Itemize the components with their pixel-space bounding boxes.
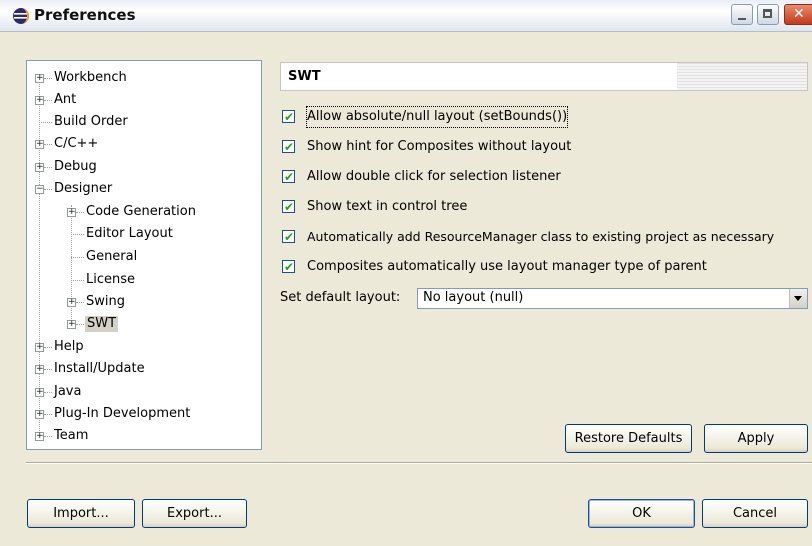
tree-item-label: Plug-In Development: [54, 406, 191, 421]
option-label: Show text in control tree: [307, 199, 468, 214]
title-bar[interactable]: Preferences: [0, 0, 812, 32]
tree-item-label: C/C++: [54, 136, 99, 151]
expand-icon[interactable]: +: [35, 343, 44, 352]
option-label: Automatically add ResourceManager class …: [307, 229, 775, 244]
tree-connector: [44, 347, 52, 348]
tree-connector: [44, 369, 52, 370]
tree-connector: [44, 100, 52, 101]
expand-icon[interactable]: +: [35, 140, 44, 149]
expand-icon[interactable]: +: [35, 163, 44, 172]
tree-connector: [71, 234, 84, 235]
tree-item-label: Designer: [54, 181, 113, 196]
expand-icon[interactable]: +: [35, 388, 44, 397]
eclipse-app-icon: [13, 8, 29, 24]
tree-connector: [44, 167, 52, 168]
tree-item-label: Build Order: [54, 114, 128, 129]
tree-item-label: Team: [54, 428, 89, 443]
header-banner-decoration: [677, 63, 807, 90]
ok-button[interactable]: OK: [588, 499, 695, 528]
tree-connector: [44, 392, 52, 393]
tree-connector: [44, 414, 52, 415]
tree-item-label: Code Generation: [86, 204, 196, 219]
tree-item-label: Install/Update: [54, 361, 145, 376]
export-button[interactable]: Export...: [142, 499, 247, 528]
tree-item-label: License: [86, 272, 136, 287]
tree-connector: [44, 189, 52, 190]
page-header: SWT: [280, 62, 808, 91]
select-value: No layout (null): [423, 290, 524, 305]
checkbox-checked[interactable]: [282, 197, 295, 217]
tree-item-label: General: [86, 249, 138, 264]
option-label: Show hint for Composites without layout: [307, 139, 572, 154]
tree-guide-line: [71, 205, 72, 327]
tree-item-label: Java: [54, 384, 82, 399]
checkbox-checked[interactable]: [282, 107, 295, 127]
import-button[interactable]: Import...: [27, 499, 135, 528]
tree-item-label: Swing: [86, 294, 125, 309]
minimize-button[interactable]: [731, 4, 753, 25]
option-label: Composites automatically use layout mana…: [307, 259, 707, 274]
restore-defaults-button[interactable]: Restore Defaults: [565, 424, 692, 453]
maximize-button[interactable]: [757, 4, 779, 25]
tree-connector: [44, 78, 52, 79]
expand-icon[interactable]: +: [35, 365, 44, 374]
chevron-down-icon[interactable]: [789, 289, 807, 308]
cancel-button[interactable]: Cancel: [702, 499, 808, 528]
tree-item-label: Help: [54, 339, 84, 354]
tree-item-label: Workbench: [54, 70, 127, 85]
expand-icon[interactable]: +: [35, 96, 44, 105]
tree-connector: [71, 257, 84, 258]
checkbox-checked[interactable]: [282, 137, 295, 157]
expand-icon[interactable]: +: [35, 432, 44, 441]
expand-icon[interactable]: +: [67, 320, 76, 329]
option-label: Allow absolute/null layout (setBounds()): [305, 106, 569, 128]
tree-item-label: Debug: [54, 159, 97, 174]
tree-guide-line: [39, 75, 40, 435]
expand-icon[interactable]: +: [67, 298, 76, 307]
default-layout-label: Set default layout:: [280, 290, 401, 305]
tree-connector: [76, 212, 84, 213]
checkbox-checked[interactable]: [282, 227, 295, 247]
tree-connector: [76, 302, 84, 303]
close-button[interactable]: [784, 4, 812, 25]
collapse-icon[interactable]: −: [35, 185, 44, 194]
separator: [26, 462, 812, 464]
tree-connector: [39, 122, 52, 123]
preferences-dialog: Preferences + Workbench + Ant Build Orde…: [0, 0, 812, 546]
tree-item-label: Ant: [54, 92, 77, 107]
preference-tree[interactable]: + Workbench + Ant Build Order + C/C++ + …: [26, 60, 262, 450]
tree-connector: [76, 324, 84, 325]
expand-icon[interactable]: +: [35, 410, 44, 419]
tree-connector: [44, 436, 52, 437]
tree-item-label: Editor Layout: [86, 226, 173, 241]
default-layout-select[interactable]: No layout (null): [417, 288, 808, 309]
page-title: SWT: [288, 69, 321, 84]
expand-icon[interactable]: +: [67, 208, 76, 217]
expand-icon[interactable]: +: [35, 74, 44, 83]
window-title: Preferences: [34, 6, 136, 24]
option-label: Allow double click for selection listene…: [307, 169, 561, 184]
apply-button[interactable]: Apply: [704, 424, 808, 453]
tree-connector: [44, 144, 52, 145]
checkbox-checked[interactable]: [282, 257, 295, 277]
tree-item-label-selected: SWT: [85, 316, 119, 332]
checkbox-checked[interactable]: [282, 167, 295, 187]
tree-connector: [71, 280, 84, 281]
